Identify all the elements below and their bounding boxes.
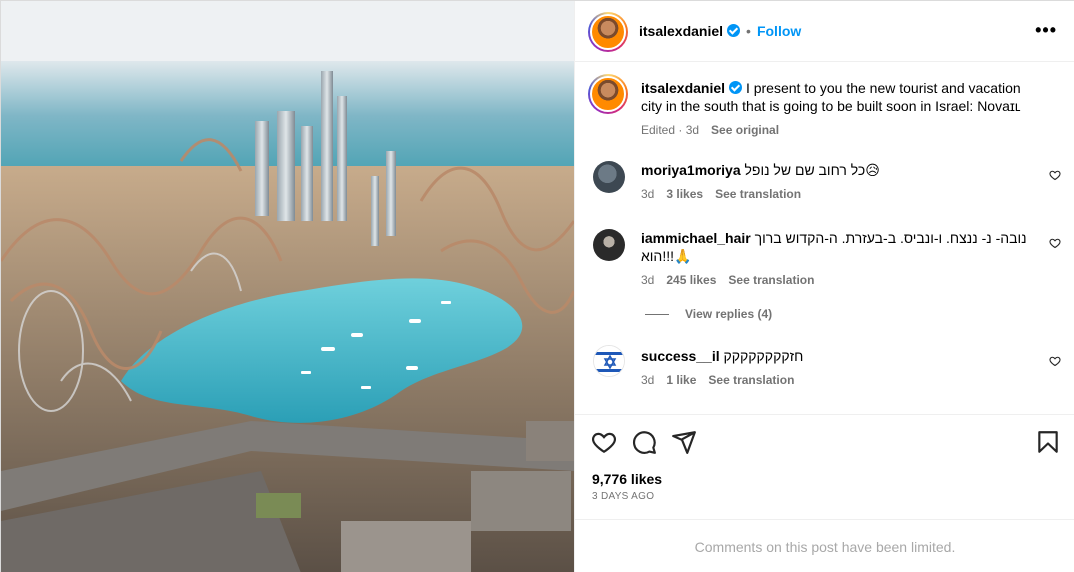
post-date[interactable]: 3 days ago bbox=[592, 491, 654, 502]
likes-count[interactable]: 9,776 likes bbox=[592, 471, 662, 487]
comment-time: 3d bbox=[641, 273, 655, 287]
caption-author-username[interactable]: itsalexdaniel bbox=[641, 80, 725, 96]
post-image-art bbox=[1, 1, 574, 572]
comments-limited-notice: Comments on this post have been limited. bbox=[575, 519, 1074, 572]
comment-likes[interactable]: 1 like bbox=[666, 373, 696, 387]
caption-author-avatar[interactable] bbox=[588, 74, 628, 114]
comment-body: כל רחוב שם של נופל😥 bbox=[744, 162, 880, 178]
comment-likes[interactable]: 3 likes bbox=[666, 187, 703, 201]
comment-row: moriya1moriya כל רחוב שם של נופל😥 3d 3 li… bbox=[575, 159, 1074, 219]
view-replies-button[interactable]: View replies (4) bbox=[645, 307, 772, 321]
comment-likes[interactable]: 245 likes bbox=[666, 273, 716, 287]
comment-meta: 3d 245 likes See translation bbox=[641, 273, 826, 287]
post-header: itsalexdaniel • Follow ••• bbox=[575, 1, 1074, 62]
comment-like-heart-icon[interactable] bbox=[1049, 169, 1061, 181]
author-avatar[interactable] bbox=[588, 12, 628, 52]
comment-body: חזקקקקקקקק bbox=[723, 348, 804, 364]
comments-list[interactable]: itsalexdaniel I present to you the new t… bbox=[575, 63, 1074, 414]
post-side-panel: itsalexdaniel • Follow ••• itsalexdaniel I… bbox=[574, 1, 1074, 572]
see-translation-link[interactable]: See translation bbox=[715, 187, 801, 201]
caption-text: itsalexdaniel I present to you the new t… bbox=[641, 79, 1041, 115]
instagram-post-modal: itsalexdaniel • Follow ••• itsalexdaniel I… bbox=[0, 0, 1074, 572]
share-icon[interactable] bbox=[671, 429, 697, 455]
commenter-username[interactable]: success__il bbox=[641, 348, 720, 364]
see-translation-link[interactable]: See translation bbox=[728, 273, 814, 287]
caption-meta: Edited · 3d See original bbox=[641, 123, 791, 137]
comment-text: moriya1moriya כל רחוב שם של נופל😥 bbox=[641, 161, 1041, 179]
caption-edited: Edited · 3d bbox=[641, 123, 700, 137]
commenter-username[interactable]: iammichael_hair bbox=[641, 230, 751, 246]
commenter-avatar[interactable] bbox=[593, 345, 625, 377]
author-info: itsalexdaniel • Follow bbox=[639, 23, 801, 39]
comment-icon[interactable] bbox=[631, 429, 657, 455]
commenter-avatar[interactable] bbox=[593, 229, 625, 261]
comment-row: success__il חזקקקקקקקק 3d 1 like See trans… bbox=[575, 345, 1074, 405]
comment-time: 3d bbox=[641, 373, 655, 387]
verified-badge-icon bbox=[727, 24, 741, 37]
comment-meta: 3d 1 like See translation bbox=[641, 373, 806, 387]
comment-like-heart-icon[interactable] bbox=[1049, 237, 1061, 249]
post-actions-bar bbox=[575, 414, 1074, 469]
comment-row: iammichael_hair נובה- נ- ננצח. ו-ונביס. … bbox=[575, 227, 1074, 297]
see-original-link[interactable]: See original bbox=[711, 123, 779, 137]
author-username[interactable]: itsalexdaniel bbox=[639, 23, 723, 39]
comment-meta: 3d 3 likes See translation bbox=[641, 187, 813, 201]
see-translation-link[interactable]: See translation bbox=[708, 373, 794, 387]
more-options-icon[interactable]: ••• bbox=[1035, 21, 1057, 39]
commenter-username[interactable]: moriya1moriya bbox=[641, 162, 741, 178]
follow-button[interactable]: Follow bbox=[757, 23, 801, 39]
verified-badge-icon bbox=[729, 81, 743, 94]
caption-row: itsalexdaniel I present to you the new t… bbox=[575, 63, 1074, 145]
separator-dot: • bbox=[746, 23, 751, 39]
comment-text: success__il חזקקקקקקקק bbox=[641, 347, 1041, 365]
comment-like-heart-icon[interactable] bbox=[1049, 355, 1061, 367]
post-image[interactable] bbox=[1, 1, 574, 572]
bookmark-icon[interactable] bbox=[1035, 429, 1061, 455]
comment-time: 3d bbox=[641, 187, 655, 201]
heart-icon[interactable] bbox=[591, 429, 617, 455]
commenter-avatar[interactable] bbox=[593, 161, 625, 193]
comment-text: iammichael_hair נובה- נ- ננצח. ו-ונביס. … bbox=[641, 229, 1041, 265]
israel-flag-icon bbox=[594, 346, 624, 376]
